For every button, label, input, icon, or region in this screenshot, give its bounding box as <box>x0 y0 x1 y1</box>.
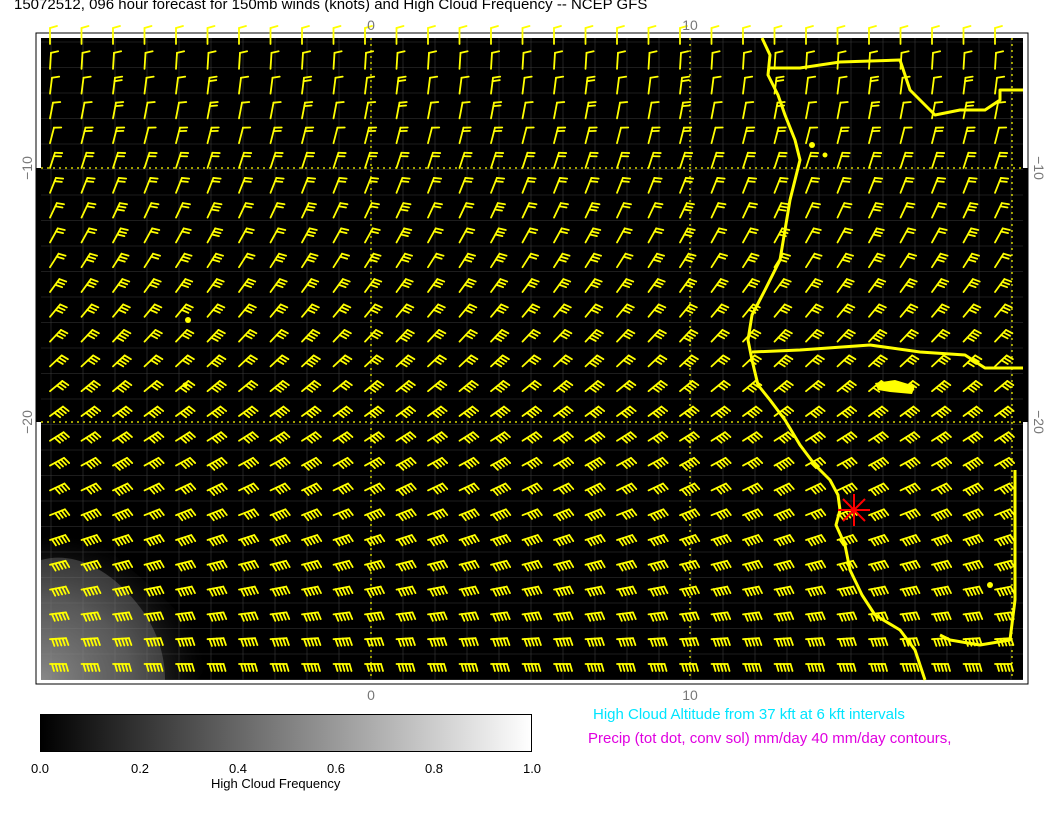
colorbar-tick: 0.2 <box>130 761 150 776</box>
colorbar-tick: 0.8 <box>424 761 444 776</box>
weather-map[interactable]: 0 10 0 10 −10 −20 −10 −20 <box>0 0 1056 816</box>
colorbar-tick: 0.0 <box>30 761 50 776</box>
colorbar <box>40 714 532 752</box>
left-tick-m10: −10 <box>19 156 35 180</box>
top-tick-10: 10 <box>682 17 698 33</box>
cloud-altitude-legend: High Cloud Altitude from 37 kft at 6 kft… <box>593 706 905 723</box>
precip-legend: Precip (tot dot, conv sol) mm/day 40 mm/… <box>588 730 952 747</box>
colorbar-tick: 0.4 <box>228 761 248 776</box>
bottom-tick-0: 0 <box>367 687 375 703</box>
right-tick-m20: −20 <box>1031 410 1047 434</box>
colorbar-tick: 1.0 <box>522 761 542 776</box>
colorbar-label: High Cloud Frequency <box>211 776 341 791</box>
top-tick-0: 0 <box>367 17 375 33</box>
colorbar-tick: 0.6 <box>326 761 346 776</box>
right-tick-m10: −10 <box>1031 156 1047 180</box>
left-tick-m20: −20 <box>19 410 35 434</box>
bottom-tick-10: 10 <box>682 687 698 703</box>
